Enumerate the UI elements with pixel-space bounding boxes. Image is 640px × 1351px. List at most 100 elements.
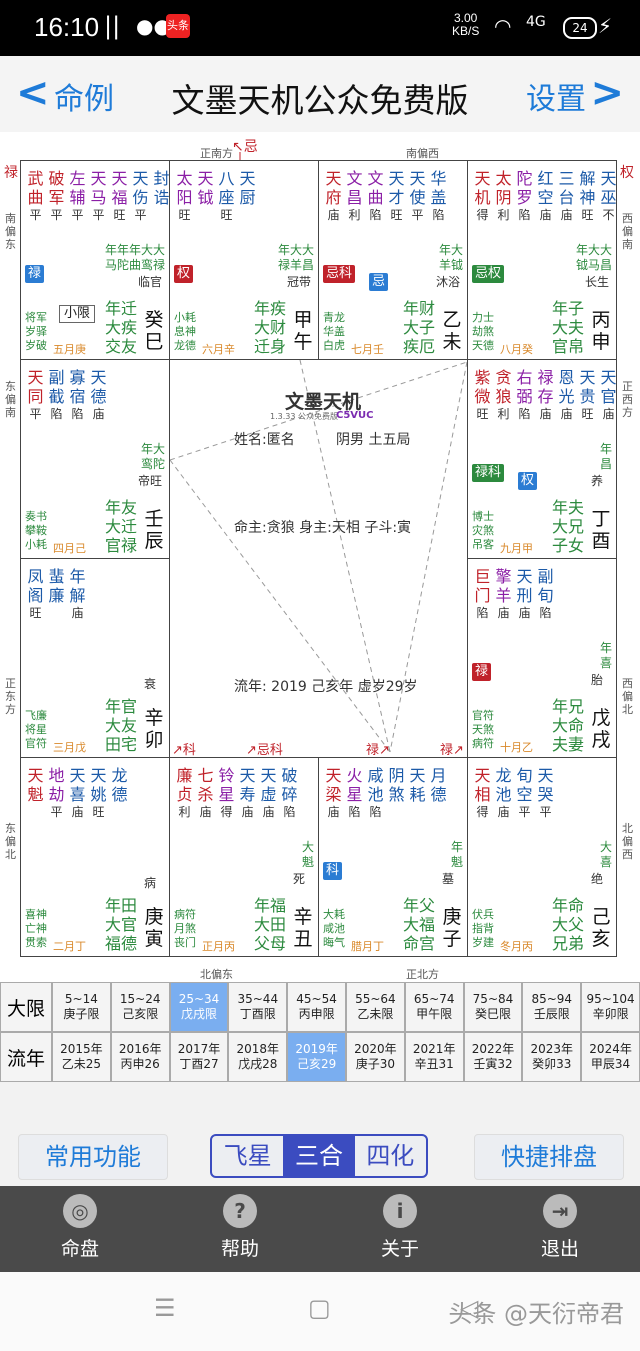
star: 天府庙 [323, 169, 344, 223]
minor-stars: 年昌 [599, 442, 612, 471]
star: 天相得 [472, 766, 493, 820]
minor-stars: 年喜 [599, 641, 612, 670]
nav-label: 退出 [540, 1238, 579, 1260]
daxian-cell[interactable]: 55~64 乙未限 [345, 982, 405, 1032]
star-brightness: 陷 [476, 606, 489, 620]
star: 紫微旺 [472, 368, 493, 422]
star: 太阳旺 [174, 169, 195, 223]
star-name: 廉贞 [176, 766, 193, 804]
mode-tab[interactable]: 三合 [283, 1136, 355, 1176]
ganzhi-text: 甲午 [293, 309, 313, 353]
liunian-cell[interactable]: 2021年 辛丑31 [404, 1032, 464, 1082]
star: 年解庙 [67, 567, 88, 621]
title-bar: < 命例 文墨天机公众免费版 设置 > [0, 56, 640, 132]
star-brightness: 平 [71, 208, 84, 222]
nav-item[interactable]: i 关于 [340, 1194, 460, 1261]
name-text: 姓名:匿名 [234, 432, 295, 448]
mode-tab[interactable]: 飞星 [212, 1136, 283, 1176]
star: 天姚旺 [88, 766, 109, 820]
quick-chart-button[interactable]: 快捷排盘 [474, 1134, 624, 1180]
ganzhi-text: 庚子 [442, 906, 462, 950]
palace-cell[interactable]: 廉贞利七杀庙铃星得天寿庙天虚庙破碎陷大魁死病符 月煞 丧门 正月丙 年福 大田 父母… [169, 757, 319, 957]
liunian-cell[interactable]: 2022年 壬寅32 [463, 1032, 523, 1082]
star: 文昌利 [344, 169, 365, 223]
palace-cell[interactable]: 天魁 地劫平天喜庙天姚旺龙德病喜神 亡神 贯索 二月丁 年田 大官 福德 庚寅 [20, 757, 170, 957]
version: 1.3.33 公众免费版 [270, 412, 338, 421]
god-stars: 将军 岁驿 岁破 [25, 311, 47, 352]
star-brightness: 庙 [92, 407, 105, 421]
star-brightness: 旺 [220, 208, 233, 222]
star: 天德庙 [88, 368, 109, 422]
star-name: 擎羊 [495, 567, 512, 605]
daxian-cell[interactable]: 75~84 癸巳限 [463, 982, 523, 1032]
palace-cell[interactable]: 紫微旺贪狼利右弼陷禄存庙恩光庙天贵旺天官庙台辅平禄科权 年昌养博士 灾煞 吊客九月… [467, 359, 617, 559]
toutiao-icon: 头条 [166, 14, 190, 38]
liunian-cell[interactable]: 2018年 戊戌28 [228, 1032, 288, 1082]
star-name: 太阳 [176, 169, 193, 207]
star-brightness: 陷 [518, 208, 531, 222]
star: 天同平 [25, 368, 46, 422]
star-name: 天虚 [260, 766, 277, 804]
nav-item[interactable]: ◎ 命盘 [20, 1194, 140, 1261]
liunian-cell[interactable]: 2015年 乙未25 [52, 1032, 111, 1082]
mode-tab[interactable]: 四化 [355, 1136, 426, 1176]
star-brightness: 旺 [390, 208, 403, 222]
star-name: 紫微 [474, 368, 491, 406]
ganzhi-text: 辛卯 [144, 707, 164, 751]
star-name: 天同 [27, 368, 44, 406]
palace-cell[interactable]: 太阳旺天钺 八座旺天厨权年大大 禄羊昌 冠带 小耗 息神 龙德 六月辛 年疾 大财 迁身 甲午 [169, 160, 319, 360]
star-name: 天哭 [537, 766, 554, 804]
star-brightness: 旺 [92, 805, 105, 819]
star-name: 恩光 [558, 368, 575, 406]
star: 蜚廉 [46, 567, 67, 621]
palace-cell[interactable]: 天同平副截陷寡宿陷天德庙年大 鸾陀 帝旺 奏书 攀鞍 小耗 四月己 年友 大迁 官禄 壬辰 [20, 359, 170, 559]
star-name: 文曲 [367, 169, 384, 207]
forward-chevron-icon[interactable]: > [590, 70, 624, 116]
god-stars: 小耗 息神 龙德 [174, 311, 196, 352]
palace-names: 年友 大迁 官禄 [104, 498, 137, 555]
star-name: 龙德 [111, 766, 128, 804]
liunian-cell[interactable]: 2020年 庚子30 [345, 1032, 405, 1082]
palace-cell[interactable]: 凤阁旺蜚廉 年解庙衰飞廉 将星 官符 三月戊 年官 大友 田宅 辛卯 [20, 558, 170, 758]
daxian-cell[interactable]: 35~44 丁酉限 [228, 982, 288, 1032]
star-brightness: 旺 [476, 407, 489, 421]
daxian-cell[interactable]: 45~54 丙申限 [287, 982, 346, 1032]
daxian-cell[interactable]: 65~74 甲午限 [404, 982, 464, 1032]
ganzhi-text: 己亥 [591, 906, 611, 950]
liunian-cell[interactable]: 2019年 己亥29 [287, 1032, 346, 1082]
sihua-badge: 禄科 [472, 464, 505, 482]
star-name: 天贵 [579, 368, 596, 406]
minor-stars: 年大大 禄羊昌 [277, 243, 314, 272]
palace-cell[interactable]: 天相得龙池庙旬空平天哭平大喜绝伏兵 指背 岁建 冬月丙 年命 大父 兄弟 己亥 [467, 757, 617, 957]
star-list: 天同平副截陷寡宿陷天德庙 [25, 368, 109, 422]
nav-item[interactable]: ? 帮助 [180, 1194, 300, 1261]
nav-item[interactable]: ⇥ 退出 [500, 1194, 620, 1261]
menu-icon[interactable]: ☰ [154, 1294, 176, 1322]
star-brightness: 陷 [518, 407, 531, 421]
daxian-cell[interactable]: 95~104 辛卯限 [581, 982, 640, 1032]
daxian-cell[interactable]: 25~34 戊戌限 [169, 982, 229, 1032]
daxian-cell[interactable]: 5~14 庚子限 [52, 982, 111, 1032]
star-list: 紫微旺贪狼利右弼陷禄存庙恩光庙天贵旺天官庙台辅平 [472, 368, 616, 422]
minor-stars: 年大 鸾陀 [140, 442, 165, 471]
daxian-cell[interactable]: 15~24 己亥限 [110, 982, 170, 1032]
star: 龙池庙 [493, 766, 514, 820]
star: 天厨 [237, 169, 258, 223]
liunian-cell[interactable]: 2023年 癸卯33 [522, 1032, 582, 1082]
liunian-cell[interactable]: 2016年 丙申26 [110, 1032, 170, 1082]
liunian-cell[interactable]: 2017年 丁酉27 [169, 1032, 229, 1082]
star-brightness: 平 [50, 805, 63, 819]
home-icon[interactable]: ▢ [308, 1294, 331, 1322]
palace-cell[interactable]: 巨门陷擎羊庙天刑庙副旬陷禄年喜胎官符 天煞 病符 十月乙 年兄 大命 夫妻 戊戌 [467, 558, 617, 758]
star-brightness: 陷 [50, 407, 63, 421]
liunian-cell[interactable]: 2024年 甲辰34 [581, 1032, 640, 1082]
common-functions-button[interactable]: 常用功能 [18, 1134, 168, 1180]
settings-button[interactable]: 设置 [526, 74, 586, 118]
palace-cell[interactable]: 天府庙文昌利文曲陷天才旺天使平华盖陷忌科忌年大 羊钺 沐浴 青龙 华盖 白虎 七月壬 年财… [318, 160, 468, 360]
stage-text: 沐浴 [435, 275, 460, 289]
palace-cell[interactable]: 天机得太阴利陀罗陷红空庙三台庙解神旺天巫不天空旺孤辰平劫煞忌权 年大大钺马昌长生力… [467, 160, 617, 360]
daxian-cell[interactable]: 85~94 壬辰限 [522, 982, 582, 1032]
palace-cell[interactable]: 武曲平破军平左辅平天马平天福旺天伤平封诰天月截空庙禄 年年年大大马陀曲鸾禄临官小限… [20, 160, 170, 360]
star: 华盖陷 [428, 169, 449, 223]
palace-cell[interactable]: 天梁庙火星陷咸池陷阴煞 天耗 月德科年魁墓大耗 咸池 晦气 腊月丁 年父 大福 命宫 庚子 [318, 757, 468, 957]
